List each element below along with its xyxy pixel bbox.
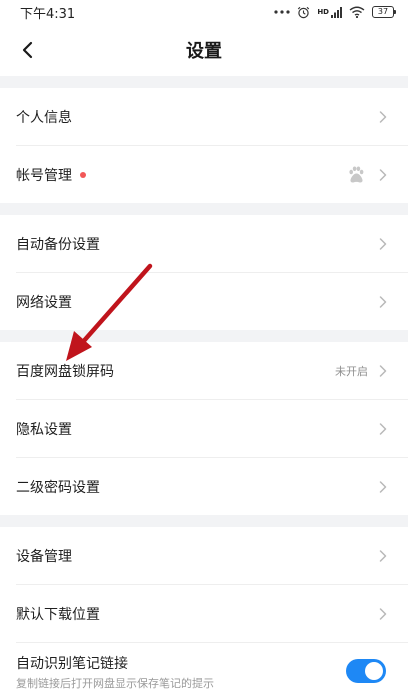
back-arrow-icon [22, 41, 33, 59]
dots-icon [274, 9, 290, 15]
signal-icon: HD [317, 6, 342, 18]
back-button[interactable] [14, 36, 40, 64]
toggle-knob [365, 662, 383, 680]
hd-label: HD [317, 7, 329, 16]
chevron-right-icon [378, 168, 388, 182]
page-title: 设置 [186, 41, 222, 62]
notification-dot [80, 171, 86, 178]
status-bar: 下午4:31 HD 37 [0, 0, 408, 24]
row-label: 隐私设置 [16, 421, 72, 438]
row-label: 二级密码设置 [16, 479, 100, 496]
section-gap [0, 330, 408, 342]
row-label: 百度网盘锁屏码 [16, 363, 114, 380]
chevron-right-icon [378, 549, 388, 563]
chevron-right-icon [378, 364, 388, 378]
row-note-link-recognition: 自动识别笔记链接 复制链接后打开网盘显示保存笔记的提示 [0, 643, 408, 699]
section-gap [0, 76, 408, 88]
row-label: 网络设置 [16, 294, 72, 311]
row-label: 默认下载位置 [16, 606, 100, 623]
row-device-management[interactable]: 设备管理 [0, 527, 408, 584]
status-time: 下午4:31 [20, 6, 76, 22]
row-status-value: 未开启 [335, 364, 368, 378]
row-label: 个人信息 [16, 109, 72, 126]
battery-icon: 37 [372, 6, 396, 18]
row-default-download-location[interactable]: 默认下载位置 [0, 585, 408, 642]
row-auto-backup[interactable]: 自动备份设置 [0, 215, 408, 272]
nav-bar: 设置 [0, 24, 408, 76]
wifi-icon [349, 6, 365, 18]
section-gap [0, 203, 408, 215]
row-account-management[interactable]: 帐号管理 [0, 146, 408, 203]
section-gap [0, 515, 408, 527]
chevron-right-icon [378, 237, 388, 251]
note-link-toggle[interactable] [346, 659, 386, 683]
row-label: 自动备份设置 [16, 236, 100, 253]
baidu-paw-icon [346, 165, 366, 185]
row-label: 自动识别笔记链接 [16, 656, 128, 672]
row-network-settings[interactable]: 网络设置 [0, 273, 408, 330]
row-label: 设备管理 [16, 548, 72, 565]
row-secondary-password[interactable]: 二级密码设置 [0, 458, 408, 515]
status-icons: HD 37 [274, 6, 396, 19]
row-privacy-settings[interactable]: 隐私设置 [0, 400, 408, 457]
chevron-right-icon [378, 480, 388, 494]
chevron-right-icon [378, 607, 388, 621]
row-sublabel: 复制链接后打开网盘显示保存笔记的提示 [16, 677, 214, 690]
row-personal-info[interactable]: 个人信息 [0, 88, 408, 145]
row-lock-screen-code[interactable]: 百度网盘锁屏码 未开启 [0, 342, 408, 399]
row-label: 帐号管理 [16, 167, 72, 184]
chevron-right-icon [378, 295, 388, 309]
chevron-right-icon [378, 110, 388, 124]
alarm-icon [297, 6, 310, 19]
chevron-right-icon [378, 422, 388, 436]
